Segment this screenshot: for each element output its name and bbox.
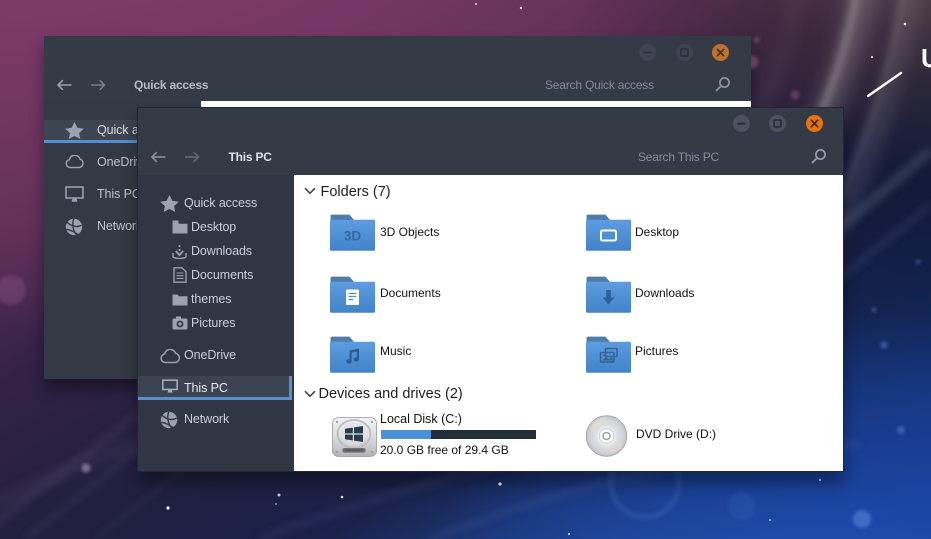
svg-text:3D: 3D	[344, 229, 362, 244]
svg-text:U: U	[921, 43, 931, 73]
